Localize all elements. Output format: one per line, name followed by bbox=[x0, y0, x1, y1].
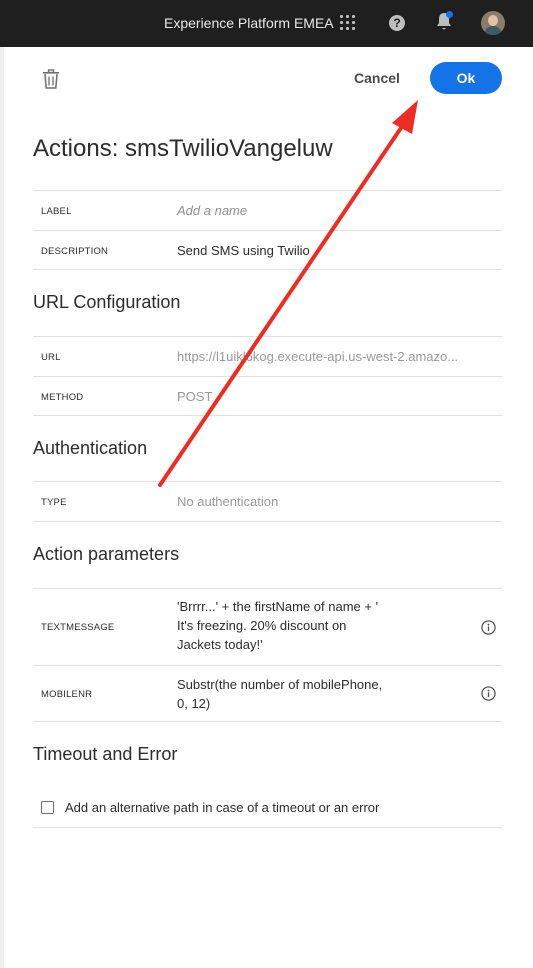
label-field-label: LABEL bbox=[41, 206, 72, 217]
timeout-error-heading: Timeout and Error bbox=[33, 744, 178, 764]
url-field-label: URL bbox=[41, 352, 61, 363]
param-value[interactable]: Substr(the number of mobilePhone, 0, 12) bbox=[177, 675, 382, 713]
notification-badge bbox=[446, 11, 453, 18]
url-configuration-heading: URL Configuration bbox=[33, 292, 181, 312]
param-value[interactable]: 'Brrrr...' + the firstName of name + ' I… bbox=[177, 597, 378, 654]
url-value: https://l1uikl6kog.execute-api.us-west-2… bbox=[177, 349, 459, 364]
method-value: POST bbox=[177, 389, 213, 404]
info-icon[interactable] bbox=[481, 686, 496, 701]
timeout-option: Add an alternative path in case of a tim… bbox=[33, 786, 502, 828]
param-row-textmessage: TEXTMESSAGE 'Brrrr...' + the firstName o… bbox=[33, 588, 502, 665]
ok-button[interactable]: Ok bbox=[430, 62, 502, 94]
description-input[interactable]: Send SMS using Twilio bbox=[177, 241, 310, 260]
page-title: Actions: smsTwilioVangeluw bbox=[33, 135, 333, 162]
method-field-label: METHOD bbox=[41, 392, 84, 403]
org-switcher[interactable]: Experience Platform EMEA bbox=[164, 15, 334, 31]
label-row: LABEL Add a name bbox=[33, 190, 502, 230]
auth-type-value: No authentication bbox=[177, 494, 279, 509]
method-row: METHOD POST bbox=[33, 376, 502, 416]
trash-icon[interactable] bbox=[42, 69, 60, 89]
info-icon[interactable] bbox=[481, 620, 496, 635]
authentication-heading: Authentication bbox=[33, 438, 148, 458]
url-row: URL https://l1uikl6kog.execute-api.us-we… bbox=[33, 336, 502, 376]
description-field-label: DESCRIPTION bbox=[41, 246, 109, 257]
param-row-mobilenr: MOBILENR Substr(the number of mobilePhon… bbox=[33, 665, 502, 722]
description-row: DESCRIPTION Send SMS using Twilio bbox=[33, 230, 502, 270]
auth-type-row: TYPE No authentication bbox=[33, 481, 502, 522]
help-icon[interactable]: ? bbox=[389, 15, 405, 31]
cancel-button[interactable]: Cancel bbox=[344, 64, 410, 92]
auth-type-field-label: TYPE bbox=[41, 497, 67, 508]
action-parameters-heading: Action parameters bbox=[33, 544, 180, 564]
timeout-checkbox[interactable] bbox=[41, 801, 54, 814]
top-bar: Experience Platform EMEA ? bbox=[0, 0, 533, 47]
param-label: MOBILENR bbox=[41, 689, 93, 700]
param-label: TEXTMESSAGE bbox=[41, 622, 115, 633]
user-avatar[interactable] bbox=[481, 11, 505, 35]
timeout-checkbox-label[interactable]: Add an alternative path in case of a tim… bbox=[65, 800, 379, 815]
app-switcher-icon[interactable] bbox=[340, 15, 356, 31]
label-input[interactable]: Add a name bbox=[177, 201, 247, 220]
